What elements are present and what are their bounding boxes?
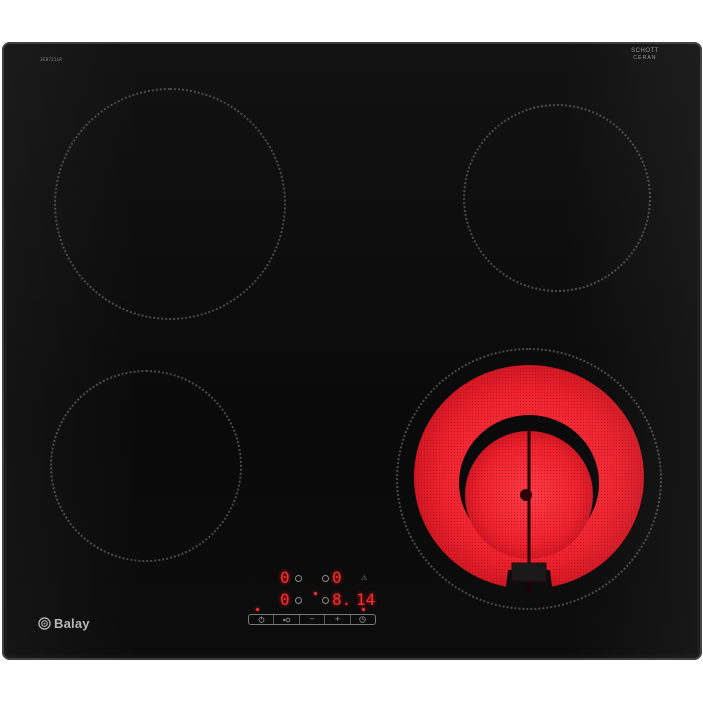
cooking-zone-rear-right [463, 104, 651, 292]
heating-element-glow [413, 365, 644, 603]
zone-select-led [314, 592, 317, 595]
glass-brand-logo: SCHOTT CERAN [626, 48, 664, 61]
touch-control-bar: − + [248, 614, 376, 625]
product-photo: 3EB721LR SCHOTT CERAN 0 0 ⚠ 0 8. 14 − + … [0, 0, 703, 703]
zone-display-front-right: 8. [332, 590, 352, 609]
cooking-zone-front-left-large [54, 88, 286, 320]
zone-indicator-icon [295, 575, 302, 582]
glass-brand-line-1: SCHOTT [631, 48, 659, 54]
brand-logo: Balay [38, 613, 90, 633]
glass-brand-line-2: CERAN [633, 55, 657, 61]
zone-display-rear: 0 [280, 568, 290, 587]
ceramic-hob: 3EB721LR SCHOTT CERAN 0 0 ⚠ 0 8. 14 − + … [2, 42, 702, 660]
zone-select-button[interactable] [274, 615, 300, 624]
zone-display-rear-right: 0 [332, 568, 342, 587]
plus-icon: + [334, 615, 341, 623]
power-icon [258, 616, 265, 623]
power-button[interactable] [249, 615, 275, 624]
zone-indicator-icon [295, 597, 302, 604]
power-led [256, 608, 259, 611]
zone-select-icon [283, 617, 291, 622]
zone-display-front: 0 [280, 590, 290, 609]
timer-led [362, 608, 365, 611]
brand-name: Balay [54, 615, 90, 631]
timer-button[interactable] [351, 615, 375, 624]
residual-heat-icon: ⚠ [361, 574, 368, 582]
element-center-node [520, 489, 532, 501]
zone-indicator-icon [322, 575, 329, 582]
minus-icon: − [309, 615, 315, 623]
model-label: 3EB721LR [40, 57, 63, 62]
timer-icon [359, 616, 366, 623]
element-lead [511, 562, 547, 582]
plus-button[interactable]: + [325, 615, 351, 624]
cooking-zone-front-left [50, 370, 242, 562]
minus-button[interactable]: − [300, 615, 326, 624]
brand-emblem-icon [38, 616, 51, 630]
timer-display: 14 [356, 590, 376, 609]
zone-indicator-icon [322, 597, 329, 604]
